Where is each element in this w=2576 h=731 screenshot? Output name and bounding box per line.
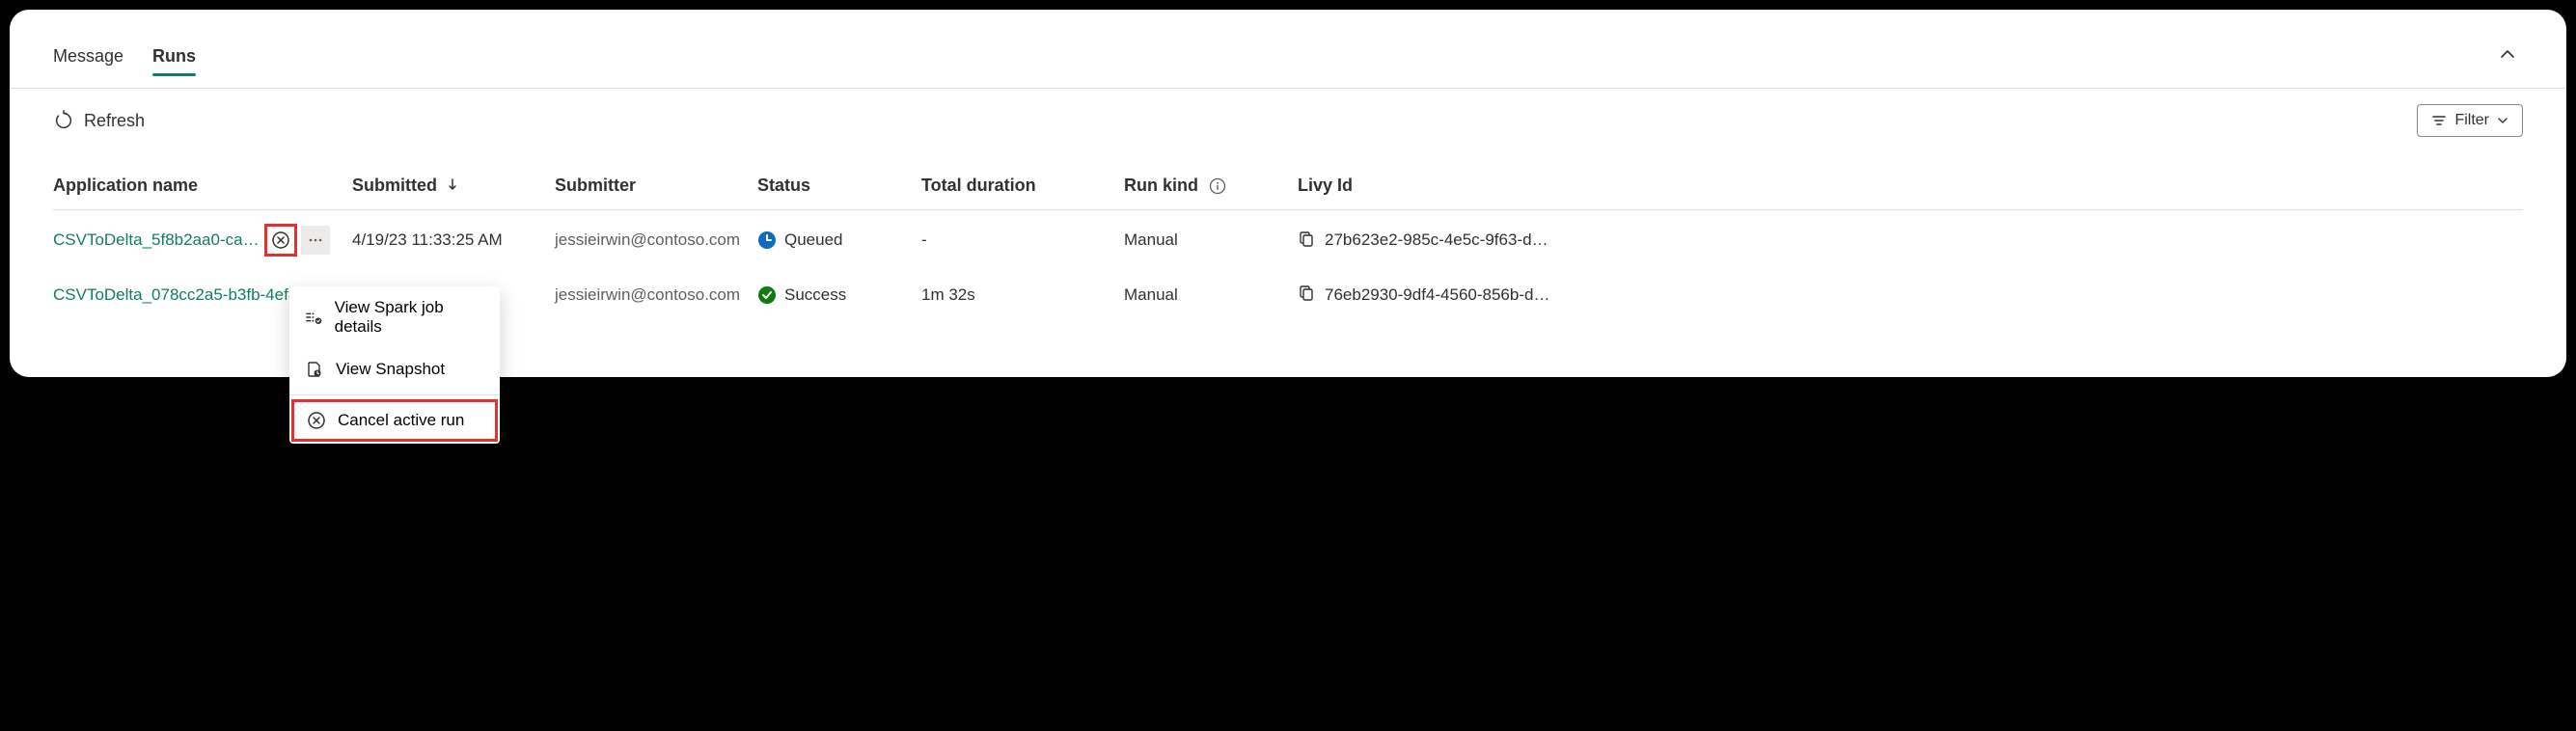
col-header-app-name[interactable]: Application name xyxy=(53,166,352,210)
status-label: Success xyxy=(784,285,846,305)
table-header-row: Application name Submitted Submitter Sta… xyxy=(53,166,2523,210)
submitter-cell: jessieirwin@contoso.com xyxy=(555,270,757,319)
status-cell: Success xyxy=(757,285,914,305)
success-icon xyxy=(757,285,777,305)
livy-id-text: 76eb2930-9df4-4560-856b-d2cad… xyxy=(1325,285,1556,305)
menu-label: View Spark job details xyxy=(335,298,484,337)
status-cell: Queued xyxy=(757,230,914,250)
copy-icon[interactable] xyxy=(1298,284,1315,306)
refresh-label: Refresh xyxy=(84,111,145,131)
submitter-cell: jessieirwin@contoso.com xyxy=(555,210,757,271)
filter-label: Filter xyxy=(2454,112,2489,129)
chevron-up-icon xyxy=(2498,44,2517,64)
spark-job-icon xyxy=(305,308,323,327)
menu-label: View Snapshot xyxy=(336,360,445,379)
ellipsis-icon xyxy=(308,232,323,248)
runs-panel: Message Runs Refresh Filter Application … xyxy=(10,10,2566,377)
livy-id-text: 27b623e2-985c-4e5c-9f63-d0dcf5… xyxy=(1325,230,1556,250)
duration-cell: - xyxy=(921,210,1124,271)
app-name-cell: CSVToDelta_5f8b2aa0-cad7-43d9… xyxy=(53,224,344,257)
col-header-status[interactable]: Status xyxy=(757,166,921,210)
duration-cell: 1m 32s xyxy=(921,270,1124,319)
app-name-link[interactable]: CSVToDelta_078cc2a5-b3fb-4ef8-804d-… xyxy=(53,285,318,305)
cancel-run-button[interactable] xyxy=(264,224,297,257)
filter-button[interactable]: Filter xyxy=(2417,104,2523,137)
refresh-button[interactable]: Refresh xyxy=(53,110,145,131)
toolbar: Refresh Filter xyxy=(53,104,2523,166)
tab-message[interactable]: Message xyxy=(53,39,123,74)
col-header-duration[interactable]: Total duration xyxy=(921,166,1124,210)
sort-down-icon xyxy=(446,176,459,195)
cancel-icon xyxy=(271,230,290,250)
tab-runs[interactable]: Runs xyxy=(152,39,196,74)
filter-icon xyxy=(2431,113,2447,128)
col-header-run-kind-label: Run kind xyxy=(1124,176,1198,195)
more-actions-button[interactable] xyxy=(301,226,330,255)
queued-icon xyxy=(757,230,777,250)
menu-cancel-active-run[interactable]: Cancel active run xyxy=(291,399,498,442)
menu-divider xyxy=(289,394,500,395)
status-label: Queued xyxy=(784,230,843,250)
menu-label: Cancel active run xyxy=(338,411,464,430)
app-name-link[interactable]: CSVToDelta_5f8b2aa0-cad7-43d9… xyxy=(53,230,260,250)
menu-view-spark-job[interactable]: View Spark job details xyxy=(289,286,500,348)
collapse-button[interactable] xyxy=(2492,39,2523,74)
tabs-row: Message Runs xyxy=(53,29,2523,74)
col-header-run-kind[interactable]: Run kind xyxy=(1124,166,1298,210)
livy-cell: 27b623e2-985c-4e5c-9f63-d0dcf5… xyxy=(1298,230,2515,252)
run-kind-cell: Manual xyxy=(1124,210,1298,271)
run-kind-cell: Manual xyxy=(1124,270,1298,319)
col-header-submitted-label: Submitted xyxy=(352,176,437,195)
cancel-icon xyxy=(307,411,326,430)
snapshot-icon xyxy=(305,360,324,379)
refresh-icon xyxy=(53,110,74,131)
col-header-livy-id[interactable]: Livy Id xyxy=(1298,166,2523,210)
col-header-submitted[interactable]: Submitted xyxy=(352,166,555,210)
copy-icon[interactable] xyxy=(1298,230,1315,252)
livy-cell: 76eb2930-9df4-4560-856b-d2cad… xyxy=(1298,284,2515,306)
table-row: CSVToDelta_5f8b2aa0-cad7-43d9… 4/19/23 1… xyxy=(53,210,2523,271)
submitted-cell: 4/19/23 11:33:25 AM xyxy=(352,210,555,271)
chevron-down-icon xyxy=(2497,115,2508,126)
col-header-submitter[interactable]: Submitter xyxy=(555,166,757,210)
info-icon[interactable] xyxy=(1209,177,1226,195)
context-menu: View Spark job details View Snapshot Can… xyxy=(289,286,500,444)
menu-view-snapshot[interactable]: View Snapshot xyxy=(289,348,500,391)
divider xyxy=(10,88,2566,89)
